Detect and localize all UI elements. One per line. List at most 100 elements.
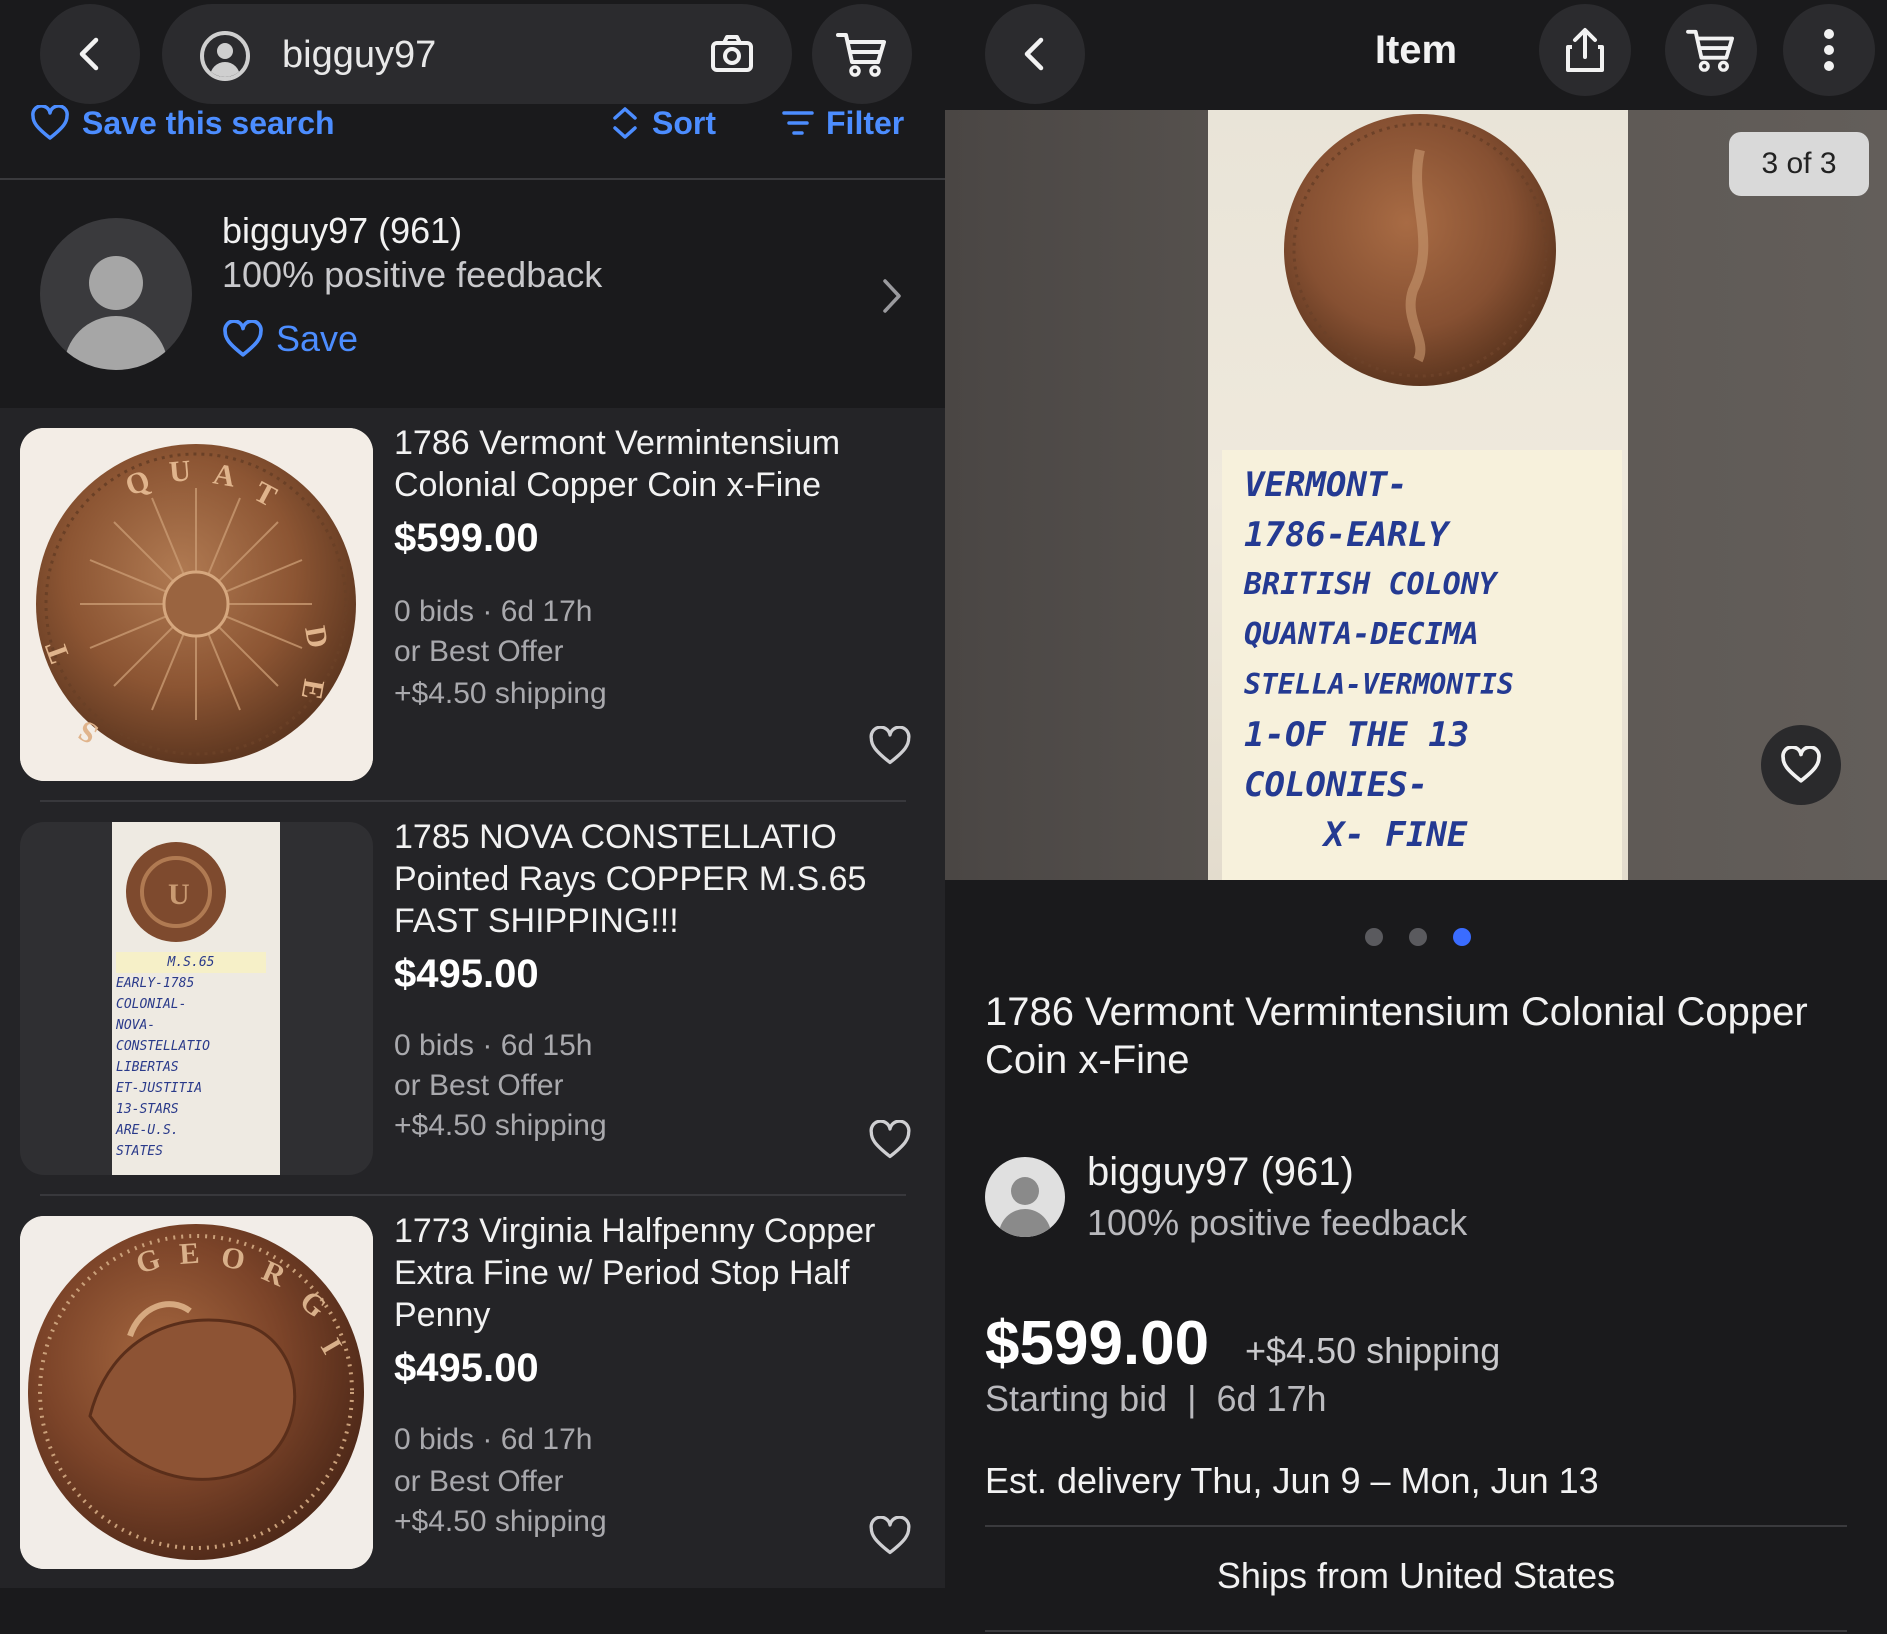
listing-image[interactable]: Q U A T D E S T [20,428,373,781]
seller-feedback: 100% positive feedback [222,254,603,295]
list-item[interactable]: G E O R G I 1773 Virginia Halfpenny Copp… [0,1196,945,1589]
share-button[interactable] [1539,4,1631,96]
listing-title[interactable]: 1773 Virginia Halfpenny Copper Extra Fin… [394,1210,934,1336]
label-line: EARLY-1785 [116,976,195,991]
save-seller-label: Save [276,318,359,359]
listing-price: $599.00 [394,516,539,560]
listing-shipping: +$4.50 shipping [394,677,607,710]
save-seller-button[interactable]: Save [222,318,358,360]
listing-offer: or Best Offer [394,1465,564,1498]
coin-holder-image: U M.S.65 EARLY-1785 COLONIAL- NOVA- CONS… [112,822,280,1175]
seller-avatar [40,218,192,370]
delivery-estimate: Est. delivery Thu, Jun 9 – Mon, Jun 13 [985,1460,1599,1501]
list-item[interactable]: Q U A T D E S T 1786 Vermont Vermintensi… [0,408,945,802]
listing-bids: 0 bids · 6d 17h [394,1423,593,1456]
svg-text:U: U [168,878,190,911]
coin-image: U [126,842,226,942]
sort-icon [613,107,637,139]
listing-title[interactable]: 1785 NOVA CONSTELLATIO Pointed Rays COPP… [394,816,934,942]
listing-bids: 0 bids · 6d 17h [394,595,593,628]
listing-shipping: +$4.50 shipping [394,1109,607,1142]
ships-from: Ships from United States [1216,1555,1616,1596]
seller-avatar[interactable] [985,1157,1065,1237]
coin-image: Q U A T D E S T [20,428,373,781]
filter-icon [782,111,814,135]
label-line: STELLA-VERMONTIS [1244,668,1514,701]
svg-text:E: E [178,1237,200,1271]
search-query[interactable]: bigguy97 [282,34,436,77]
filter-button[interactable]: Filter [782,100,904,146]
listing-price: $495.00 [394,1346,539,1390]
label-line: 1786-EARLY [1244,515,1449,555]
label-line: COLONIES- [1244,765,1429,805]
camera-button[interactable] [710,34,754,79]
handwritten-label: M.S.65 EARLY-1785 COLONIAL- NOVA- CONSTE… [116,952,266,1162]
listing-offer: or Best Offer [394,1069,564,1102]
listing-price: $495.00 [394,952,539,996]
search-bar[interactable]: bigguy97 [162,4,792,104]
heart-icon [31,105,69,140]
heart-icon [869,725,911,765]
save-search-button[interactable]: Save this search [30,100,335,146]
seller-chevron[interactable] [880,276,904,321]
sort-label: Sort [652,104,716,141]
coin-holder-image: VERMONT- 1786-EARLY BRITISH COLONY QUANT… [1208,110,1628,880]
seller-feedback: 100% positive feedback [1087,1202,1468,1243]
list-item[interactable]: U M.S.65 EARLY-1785 COLONIAL- NOVA- CONS… [0,802,945,1196]
label-line: BRITISH COLONY [1244,567,1497,602]
heart-icon [223,320,263,357]
label-line: QUANTA-DECIMA [1244,617,1479,652]
seller-name[interactable]: bigguy97 (961) [1087,1150,1354,1195]
label-line: LIBERTAS [116,1060,179,1075]
listing-offer: or Best Offer [394,635,564,668]
watch-button[interactable] [868,1119,912,1164]
item-photo[interactable]: VERMONT- 1786-EARLY BRITISH COLONY QUANT… [945,110,1887,880]
carousel-dot-active[interactable] [1453,928,1471,946]
bid-info: Starting bid | 6d 17h [985,1378,1327,1419]
label-line: COLONIAL- [116,997,187,1012]
save-search-label: Save this search [82,104,335,141]
more-options-button[interactable] [1783,4,1875,96]
svg-text:U: U [168,454,192,489]
heart-icon [869,1515,911,1555]
cart-icon [1686,29,1734,72]
item-shipping: +$4.50 shipping [1245,1330,1501,1371]
camera-icon [711,35,753,72]
item-price: $599.00 [985,1309,1210,1378]
heart-icon [869,1119,911,1159]
more-vertical-icon [1824,29,1834,71]
search-results-screen: bigguy97 Save this search Sort Filter bi… [0,0,945,1634]
back-button[interactable] [40,4,140,104]
carousel-dot[interactable] [1409,928,1427,946]
coin-image [1284,114,1556,386]
label-line: M.S.65 [116,952,266,973]
watch-button[interactable] [868,1515,912,1560]
photo-counter: 3 of 3 [1729,132,1869,196]
back-icon [79,37,99,71]
chevron-right-icon [883,279,901,313]
share-icon [1566,28,1604,72]
listing-bids: 0 bids · 6d 15h [394,1029,593,1062]
label-line: STATES [116,1144,163,1159]
item-detail-screen: Item VERMONT- 1786-EARLY BRITISH COLONY … [945,0,1887,1634]
listing-list: Q U A T D E S T 1786 Vermont Vermintensi… [0,408,945,1588]
listing-image[interactable]: G E O R G I [20,1216,373,1569]
label-line: NOVA- [116,1018,156,1033]
coin-image: G E O R G I [20,1216,373,1569]
sort-button[interactable]: Sort [610,100,716,146]
user-avatar-icon [200,31,250,81]
cart-button[interactable] [1665,4,1757,96]
label-line: X- FINE [1324,815,1468,855]
seller-name: bigguy97 (961) [222,210,463,251]
listing-shipping: +$4.50 shipping [394,1505,607,1538]
watch-button[interactable] [1761,725,1841,805]
filter-label: Filter [826,104,905,141]
label-line: 1-OF THE 13 [1244,715,1470,755]
watch-button[interactable] [868,725,912,770]
carousel-dot[interactable] [1365,928,1383,946]
cart-button[interactable] [812,4,912,104]
listing-title[interactable]: 1786 Vermont Vermintensium Colonial Copp… [394,422,934,506]
label-line: VERMONT- [1244,465,1408,505]
label-line: CONSTELLATIO [116,1039,210,1054]
listing-image[interactable]: U M.S.65 EARLY-1785 COLONIAL- NOVA- CONS… [20,822,373,1175]
